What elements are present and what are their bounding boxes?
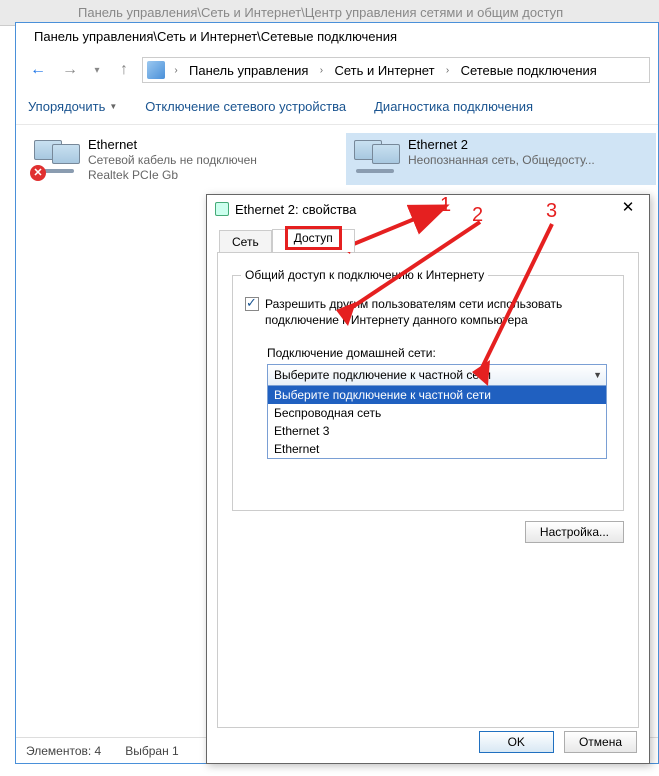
- chevron-right-icon[interactable]: ›: [314, 65, 328, 76]
- chevron-down-icon: ▼: [109, 102, 117, 111]
- combo-option[interactable]: Беспроводная сеть: [268, 404, 606, 422]
- ok-button[interactable]: OK: [479, 731, 554, 753]
- organize-menu[interactable]: Упорядочить ▼: [28, 99, 117, 114]
- dialog-titlebar: Ethernet 2: свойства ✕: [207, 195, 649, 223]
- chevron-right-icon[interactable]: ›: [169, 65, 183, 76]
- nav-up-button[interactable]: ↑: [110, 56, 138, 84]
- allow-control-row: [245, 471, 611, 486]
- organize-label: Упорядочить: [28, 99, 105, 114]
- status-selected-count: Выбран 1: [125, 744, 178, 758]
- properties-dialog: Ethernet 2: свойства ✕ Сеть Доступ Общий…: [206, 194, 650, 764]
- tab-sharing[interactable]: Доступ: [272, 229, 355, 252]
- network-adapter-icon: ✕: [30, 137, 80, 181]
- cancel-button[interactable]: Отмена: [564, 731, 637, 753]
- breadcrumb-control-panel[interactable]: Панель управления: [187, 63, 310, 78]
- toolbar: Упорядочить ▼ Отключение сетевого устрой…: [16, 89, 658, 125]
- sharing-groupbox: Общий доступ к подключению к Интернету Р…: [232, 275, 624, 511]
- chevron-right-icon[interactable]: ›: [441, 65, 455, 76]
- nav-back-button[interactable]: ←: [24, 56, 52, 84]
- combo-dropdown-list: Выберите подключение к частной сети Бесп…: [267, 386, 607, 459]
- tab-strip: Сеть Доступ: [219, 229, 649, 252]
- tab-panel: Общий доступ к подключению к Интернету Р…: [217, 252, 639, 728]
- combo-option[interactable]: Выберите подключение к частной сети: [268, 386, 606, 404]
- connection-status: Сетевой кабель не подключен: [88, 153, 257, 167]
- allow-sharing-checkbox[interactable]: [245, 297, 259, 311]
- address-bar[interactable]: › Панель управления › Сеть и Интернет › …: [142, 57, 650, 83]
- combo-selected-text: Выберите подключение к частной сети: [274, 368, 491, 382]
- status-element-count: Элементов: 4: [26, 744, 101, 758]
- home-network-label: Подключение домашней сети:: [267, 346, 611, 360]
- connection-item-ethernet[interactable]: ✕ Ethernet Сетевой кабель не подключен R…: [26, 133, 336, 186]
- allow-sharing-label: Разрешить другим пользователям сети испо…: [265, 296, 611, 328]
- dialog-buttons: OK Отмена: [479, 731, 637, 753]
- settings-button[interactable]: Настройка...: [525, 521, 624, 543]
- network-adapter-icon: [350, 137, 400, 181]
- allow-sharing-row: Разрешить другим пользователям сети испо…: [245, 296, 611, 328]
- allow-control-checkbox[interactable]: [245, 472, 259, 486]
- diagnose-button[interactable]: Диагностика подключения: [374, 99, 533, 114]
- connection-name: Ethernet 2: [408, 137, 595, 152]
- breadcrumb-network-internet[interactable]: Сеть и Интернет: [332, 63, 436, 78]
- home-network-combo[interactable]: Выберите подключение к частной сети ▼: [267, 364, 607, 386]
- error-x-icon: ✕: [30, 165, 46, 181]
- connection-name: Ethernet: [88, 137, 257, 152]
- close-button[interactable]: ✕: [615, 198, 641, 220]
- tab-network[interactable]: Сеть: [219, 230, 272, 253]
- groupbox-label: Общий доступ к подключению к Интернету: [241, 268, 488, 282]
- nav-history-dropdown[interactable]: ▾: [88, 65, 106, 76]
- network-folder-icon: [147, 61, 165, 79]
- disable-device-button[interactable]: Отключение сетевого устройства: [145, 99, 346, 114]
- chevron-down-icon: ▼: [593, 370, 602, 380]
- tab-sharing-label: Доступ: [285, 226, 342, 250]
- adapter-properties-icon: [215, 202, 229, 216]
- breadcrumb-connections[interactable]: Сетевые подключения: [459, 63, 599, 78]
- connection-item-ethernet2[interactable]: Ethernet 2 Неопознанная сеть, Общедосту.…: [346, 133, 656, 185]
- dialog-title: Ethernet 2: свойства: [235, 202, 609, 217]
- connection-adapter: Realtek PCIe Gb: [88, 168, 257, 182]
- connection-status: Неопознанная сеть, Общедосту...: [408, 153, 595, 167]
- window-title: Панель управления\Сеть и Интернет\Сетевы…: [16, 23, 658, 51]
- nav-forward-button[interactable]: →: [56, 56, 84, 84]
- combo-option[interactable]: Ethernet 3: [268, 422, 606, 440]
- navigation-bar: ← → ▾ ↑ › Панель управления › Сеть и Инт…: [16, 51, 658, 89]
- combo-option[interactable]: Ethernet: [268, 440, 606, 458]
